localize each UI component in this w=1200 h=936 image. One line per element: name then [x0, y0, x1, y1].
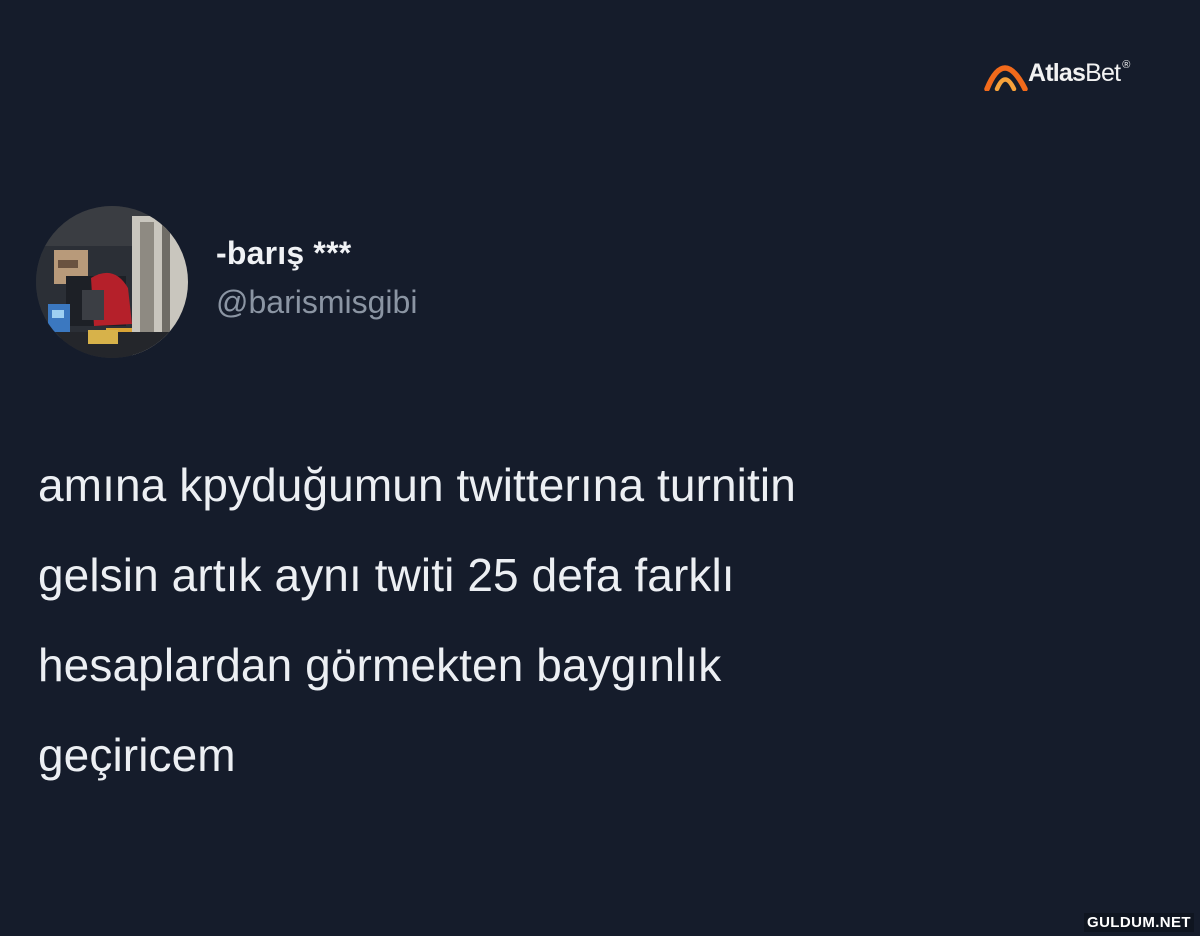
tweet-text: amına kpyduğumun twitterına turnitin gel… — [38, 440, 1158, 800]
atlas-arch-icon — [984, 65, 1028, 91]
display-name[interactable]: -barış *** — [216, 235, 417, 271]
registered-mark: ® — [1122, 58, 1130, 71]
avatar-photo — [36, 206, 188, 358]
tweet-identity: -barış *** @barismisgibi — [216, 235, 417, 320]
tweet-line-1: amına kpyduğumun twitterına turnitin — [38, 459, 796, 511]
atlasbet-watermark: Atlas Bet ® — [984, 52, 1130, 94]
atlasbet-brand-strong: Atlas — [1028, 58, 1086, 87]
tweet-line-4: geçiricem — [38, 729, 236, 781]
atlasbet-brand-light: Bet — [1085, 58, 1121, 87]
atlasbet-wordmark: Atlas Bet ® — [1028, 58, 1130, 87]
tweet-line-3: hesaplardan görmekten baygınlık — [38, 639, 722, 691]
guldum-watermark: GULDUM.NET — [1084, 913, 1194, 932]
user-handle[interactable]: @barismisgibi — [216, 284, 417, 320]
tweet-line-2: gelsin artık aynı twiti 25 defa farklı — [38, 549, 735, 601]
avatar[interactable] — [36, 206, 188, 358]
tweet-header: -barış *** @barismisgibi — [36, 206, 417, 358]
